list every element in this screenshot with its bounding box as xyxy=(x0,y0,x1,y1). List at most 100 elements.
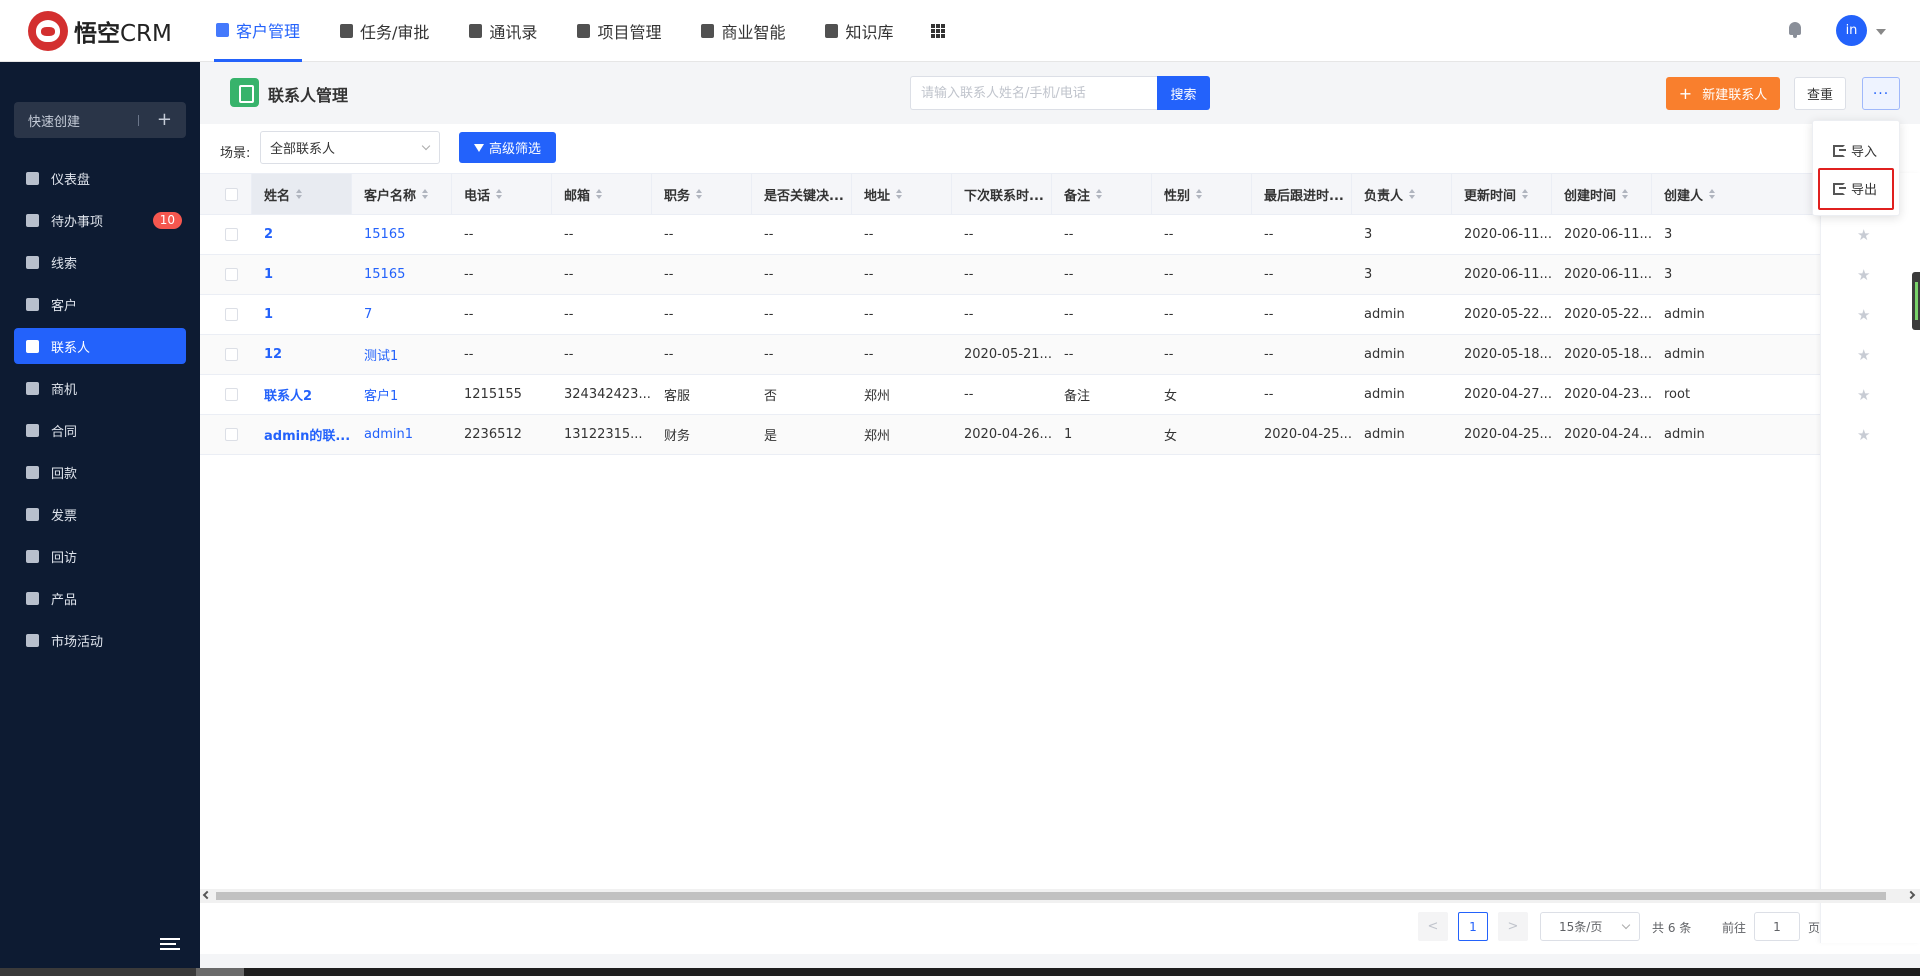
sort-icon[interactable] xyxy=(896,189,903,199)
cell-customer-name[interactable]: 客户1 xyxy=(352,375,452,414)
cell-value[interactable]: 15165 xyxy=(364,267,405,282)
select-all-checkbox[interactable] xyxy=(225,187,238,201)
advanced-filter-button[interactable]: 高级筛选 xyxy=(459,132,556,163)
star-icon[interactable]: ★ xyxy=(1857,388,1871,403)
cell-customer-name[interactable]: 测试1 xyxy=(352,335,452,374)
topnav-task-approval[interactable]: 任务/审批 xyxy=(338,0,431,62)
cell-value[interactable]: admin1 xyxy=(364,427,413,442)
arrow-right-icon[interactable] xyxy=(1906,890,1916,900)
cell-name[interactable]: admin的联... xyxy=(252,415,352,454)
table-row[interactable]: 1 15165 -- -- -- -- -- -- -- -- -- 3 2020-06-11... 20… xyxy=(200,255,1920,295)
cell-value[interactable]: 7 xyxy=(364,307,372,322)
sidebar-item-opportunities[interactable]: 商机 xyxy=(14,370,186,406)
sidebar-item-contracts[interactable]: 合同 xyxy=(14,412,186,448)
star-icon[interactable]: ★ xyxy=(1857,308,1871,323)
cell-customer-name[interactable]: 15165 xyxy=(352,215,452,254)
table-row[interactable]: admin的联... admin1 2236512 13122315... 财务是郑州 2… xyxy=(200,415,1920,455)
apps-grid-icon[interactable] xyxy=(931,24,946,38)
prev-page-button[interactable]: < xyxy=(1418,912,1448,941)
avatar[interactable]: in xyxy=(1836,15,1867,46)
row-checkbox[interactable] xyxy=(225,228,238,241)
cell-value[interactable]: 1 xyxy=(264,307,273,322)
goto-page-input[interactable] xyxy=(1754,912,1800,941)
sidebar-item-dashboard[interactable]: 仪表盘 xyxy=(14,160,186,196)
row-select-cell[interactable] xyxy=(200,415,252,454)
table-row[interactable]: 2 15165 -- -- -- -- -- -- -- -- -- 3 2020-06-11... 20… xyxy=(200,215,1920,255)
column-header-last-follow-up[interactable]: 最后跟进时... xyxy=(1252,174,1352,214)
sidebar-item-payments[interactable]: 回款 xyxy=(14,454,186,490)
column-header-position[interactable]: 职务 xyxy=(652,174,752,214)
column-header-key-decision[interactable]: 是否关键决... xyxy=(752,174,852,214)
sidebar-item-leads[interactable]: 线索 xyxy=(14,244,186,280)
sort-icon[interactable] xyxy=(1096,189,1103,199)
topnav-customer-management[interactable]: 客户管理 xyxy=(214,0,303,62)
column-header-owner[interactable]: 负责人 xyxy=(1352,174,1452,214)
sort-icon[interactable] xyxy=(496,189,503,199)
brand-logo[interactable]: 悟空CRM xyxy=(28,11,172,51)
cell-value[interactable]: admin的联... xyxy=(264,425,350,444)
plus-icon[interactable]: + xyxy=(157,109,172,130)
sort-icon[interactable] xyxy=(296,189,303,199)
new-contact-button[interactable]: + 新建联系人 xyxy=(1666,77,1780,110)
row-checkbox[interactable] xyxy=(225,388,238,401)
table-row[interactable]: 联系人2 客户1 1215155 324342423... 客服 否 郑州 -- 备注 女 -- ad… xyxy=(200,375,1920,415)
cell-name[interactable]: 1 xyxy=(252,295,352,334)
search-input[interactable] xyxy=(910,76,1157,110)
table-row[interactable]: 12 测试1 -- -- -- -- -- 2020-05-21... -- -- -- admin 2… xyxy=(200,335,1920,375)
cell-customer-name[interactable]: 15165 xyxy=(352,255,452,294)
column-header-gender[interactable]: 性别 xyxy=(1152,174,1252,214)
sort-icon[interactable] xyxy=(596,189,603,199)
cell-value[interactable]: 客户1 xyxy=(364,385,398,404)
star-icon[interactable]: ★ xyxy=(1857,428,1871,443)
row-checkbox[interactable] xyxy=(225,268,238,281)
column-header-customer-name[interactable]: 客户名称 xyxy=(352,174,452,214)
row-checkbox[interactable] xyxy=(225,308,238,321)
page-number-current[interactable]: 1 xyxy=(1458,912,1488,941)
column-header-name[interactable]: 姓名 xyxy=(252,174,352,214)
scene-select[interactable]: 全部联系人 xyxy=(260,131,440,164)
sidebar-item-todo[interactable]: 待办事项 10 xyxy=(14,202,186,238)
star-icon[interactable]: ★ xyxy=(1857,348,1871,363)
quick-create-button[interactable]: 快速创建 + xyxy=(14,102,186,138)
search-button[interactable]: 搜索 xyxy=(1157,76,1210,110)
star-icon[interactable]: ★ xyxy=(1857,228,1871,243)
cell-value[interactable]: 12 xyxy=(264,347,282,362)
cell-name[interactable]: 12 xyxy=(252,335,352,374)
cell-value[interactable]: 联系人2 xyxy=(264,385,312,404)
import-menu-item[interactable]: 导入 xyxy=(1833,141,1877,160)
row-select-cell[interactable] xyxy=(200,375,252,414)
dedupe-button[interactable]: 查重 xyxy=(1794,77,1846,110)
topnav-project-management[interactable]: 项目管理 xyxy=(575,0,663,62)
collapse-sidebar-icon[interactable] xyxy=(160,938,180,952)
column-header-remark[interactable]: 备注 xyxy=(1052,174,1152,214)
cell-name[interactable]: 2 xyxy=(252,215,352,254)
cell-name[interactable]: 联系人2 xyxy=(252,375,352,414)
row-checkbox[interactable] xyxy=(225,428,238,441)
sort-icon[interactable] xyxy=(1409,189,1416,199)
page-size-select[interactable]: 15条/页 xyxy=(1540,912,1640,941)
more-actions-button[interactable]: ··· xyxy=(1862,77,1900,110)
sort-icon[interactable] xyxy=(1522,189,1529,199)
sort-icon[interactable] xyxy=(422,189,429,199)
sidebar-item-marketing[interactable]: 市场活动 xyxy=(14,622,186,658)
cell-customer-name[interactable]: admin1 xyxy=(352,415,452,454)
select-all-cell[interactable] xyxy=(200,174,252,214)
sort-icon[interactable] xyxy=(1622,189,1629,199)
cell-name[interactable]: 1 xyxy=(252,255,352,294)
topnav-contacts-book[interactable]: 通讯录 xyxy=(467,0,539,62)
arrow-left-icon[interactable] xyxy=(202,890,212,900)
column-header-created-at[interactable]: 创建时间 xyxy=(1552,174,1652,214)
sidebar-item-invoices[interactable]: 发票 xyxy=(14,496,186,532)
sort-icon[interactable] xyxy=(1196,189,1203,199)
column-header-address[interactable]: 地址 xyxy=(852,174,952,214)
column-header-phone[interactable]: 电话 xyxy=(452,174,552,214)
topnav-business-intelligence[interactable]: 商业智能 xyxy=(699,0,787,62)
sidebar-item-customers[interactable]: 客户 xyxy=(14,286,186,322)
row-select-cell[interactable] xyxy=(200,295,252,334)
horizontal-scrollbar[interactable] xyxy=(200,889,1920,903)
cell-value[interactable]: 测试1 xyxy=(364,345,398,364)
sort-icon[interactable] xyxy=(1709,189,1716,199)
column-header-next-contact[interactable]: 下次联系时... xyxy=(952,174,1052,214)
column-header-email[interactable]: 邮箱 xyxy=(552,174,652,214)
sidebar-item-visits[interactable]: 回访 xyxy=(14,538,186,574)
